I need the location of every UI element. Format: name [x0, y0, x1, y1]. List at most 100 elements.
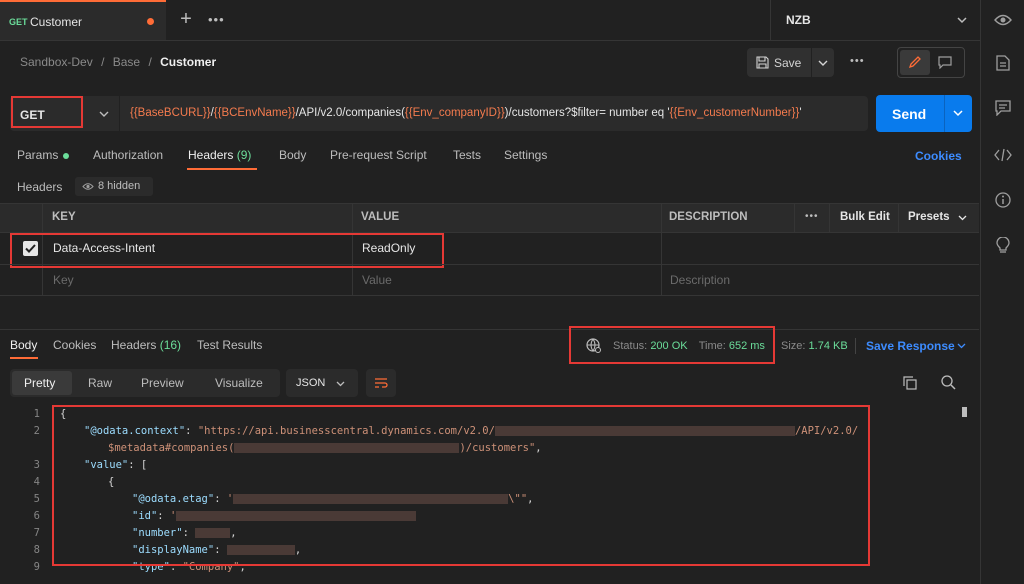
tab-headers[interactable]: Headers (9)	[188, 148, 251, 162]
divider	[0, 295, 979, 296]
divider	[855, 338, 856, 354]
view-tab-visualize[interactable]: Visualize	[215, 376, 263, 390]
view-tab-raw[interactable]: Raw	[88, 376, 112, 390]
comments-icon[interactable]	[995, 100, 1011, 116]
tab-badge: (9)	[233, 148, 252, 162]
new-tab-plus-icon[interactable]: +	[176, 8, 196, 30]
presets-button[interactable]: Presets	[908, 211, 950, 223]
url-text: {{BaseBCURL}}/{{BCEnvName}}/API/v2.0/com…	[130, 107, 802, 119]
info-icon[interactable]	[995, 192, 1011, 208]
edit-toggle[interactable]	[900, 50, 930, 75]
tab-label: Headers	[111, 338, 157, 352]
hidden-headers-toggle[interactable]: 8 hidden	[75, 177, 153, 196]
send-button[interactable]: Send	[892, 106, 926, 122]
column-description: DESCRIPTION	[669, 211, 748, 223]
tab-title: Customer	[30, 15, 83, 29]
breadcrumb-folder[interactable]: Base	[113, 55, 140, 69]
breadcrumb: Sandbox-Dev / Base / Customer	[20, 55, 216, 69]
method-highlight-box	[11, 96, 83, 128]
eye-icon[interactable]	[994, 13, 1012, 27]
url-segment: )/customers?$filter= number eq '	[504, 107, 670, 119]
format-selector[interactable]: JSON	[286, 369, 358, 397]
code-icon[interactable]	[994, 148, 1012, 162]
tab-tests[interactable]: Tests	[453, 148, 481, 162]
response-tab-test-results[interactable]: Test Results	[197, 338, 262, 352]
breadcrumb-workspace[interactable]: Sandbox-Dev	[20, 55, 93, 69]
environment-name: NZB	[786, 13, 811, 27]
url-variable: {{BCEnvName}}	[213, 107, 296, 119]
url-variable: {{Env_companyID}}	[404, 107, 505, 119]
copy-icon[interactable]	[903, 376, 917, 390]
chevron-down-icon	[957, 17, 967, 24]
save-button[interactable]: Save	[774, 56, 801, 70]
wrap-lines-button[interactable]	[366, 369, 396, 397]
status-label: Status:	[613, 340, 648, 352]
save-response-button[interactable]: Save Response	[866, 339, 955, 353]
tab-authorization[interactable]: Authorization	[93, 148, 163, 162]
line-number: 5	[33, 493, 40, 505]
url-input[interactable]: {{BaseBCURL}}/{{BCEnvName}}/API/v2.0/com…	[120, 96, 868, 131]
response-tab-body[interactable]: Body	[10, 338, 37, 352]
breadcrumb-separator: /	[148, 55, 152, 69]
tab-badge: (16)	[156, 338, 182, 352]
view-toggle	[897, 47, 965, 78]
url-segment: /API/v2.0/companies(	[295, 107, 405, 119]
headers-section-title: Headers	[17, 180, 63, 194]
right-sidebar	[980, 0, 1024, 584]
cookies-link[interactable]: Cookies	[915, 149, 962, 163]
tab-label: Test Results	[197, 338, 263, 352]
chevron-down-icon[interactable]	[953, 110, 963, 117]
line-number: 6	[33, 510, 40, 522]
response-tab-headers[interactable]: Headers (16)	[111, 338, 181, 352]
view-tab-pretty[interactable]: Pretty	[24, 376, 55, 390]
scrollbar-thumb[interactable]	[962, 407, 967, 417]
eye-icon	[82, 183, 94, 190]
breadcrumb-separator: /	[101, 55, 105, 69]
format-label: JSON	[296, 377, 326, 389]
tab-body[interactable]: Body	[279, 148, 306, 162]
tab-settings[interactable]: Settings	[504, 148, 547, 162]
chevron-down-icon[interactable]	[957, 343, 966, 349]
header-row-highlight-box	[10, 233, 444, 268]
tab-pre-request-script[interactable]: Pre-request Script	[330, 148, 427, 162]
comment-toggle-icon[interactable]	[938, 56, 952, 69]
column-key: KEY	[52, 211, 76, 223]
wrap-icon	[375, 378, 388, 388]
tab-label: Pre-request Script	[330, 148, 427, 162]
globe-icon[interactable]	[586, 338, 601, 353]
line-number: 7	[33, 527, 40, 539]
chevron-down-icon[interactable]	[818, 60, 828, 67]
view-tab-preview[interactable]: Preview	[141, 376, 184, 390]
line-number: 2	[33, 425, 40, 437]
divider	[794, 204, 795, 232]
tab-params[interactable]: Params	[17, 148, 70, 162]
more-tabs-icon[interactable]: •••	[208, 12, 225, 27]
lightbulb-icon[interactable]	[996, 237, 1010, 254]
more-options-icon[interactable]: •••	[850, 55, 865, 67]
active-tab-indicator	[10, 357, 38, 359]
description-placeholder[interactable]: Description	[670, 273, 730, 287]
bulk-edit-button[interactable]: Bulk Edit	[840, 211, 890, 223]
environment-selector[interactable]: NZB	[771, 0, 979, 40]
time-label: Time:	[698, 340, 726, 352]
line-number: 4	[33, 476, 40, 488]
documentation-icon[interactable]	[996, 55, 1010, 71]
url-variable: {{Env_customerNumber}}	[669, 107, 800, 119]
response-size: Size: 1.74 KB	[781, 340, 848, 352]
url-variable: {{BaseBCURL}}	[130, 107, 211, 119]
tab-label: Settings	[504, 148, 548, 162]
status-value: 200 OK	[650, 340, 688, 352]
url-segment: '	[799, 107, 802, 119]
table-more-icon[interactable]: •••	[805, 211, 819, 222]
search-icon[interactable]	[941, 375, 956, 390]
request-tab[interactable]: GET Customer	[0, 0, 166, 40]
line-number: 3	[33, 459, 40, 471]
tab-label: Tests	[453, 148, 482, 162]
tab-label: Headers	[188, 148, 234, 162]
table-header-row: KEY VALUE DESCRIPTION ••• Bulk Edit Pres…	[0, 204, 979, 232]
save-icon	[756, 56, 769, 69]
line-number: 8	[33, 544, 40, 556]
key-placeholder[interactable]: Key	[53, 273, 74, 287]
response-tab-cookies[interactable]: Cookies	[53, 338, 96, 352]
value-placeholder[interactable]: Value	[362, 273, 392, 287]
